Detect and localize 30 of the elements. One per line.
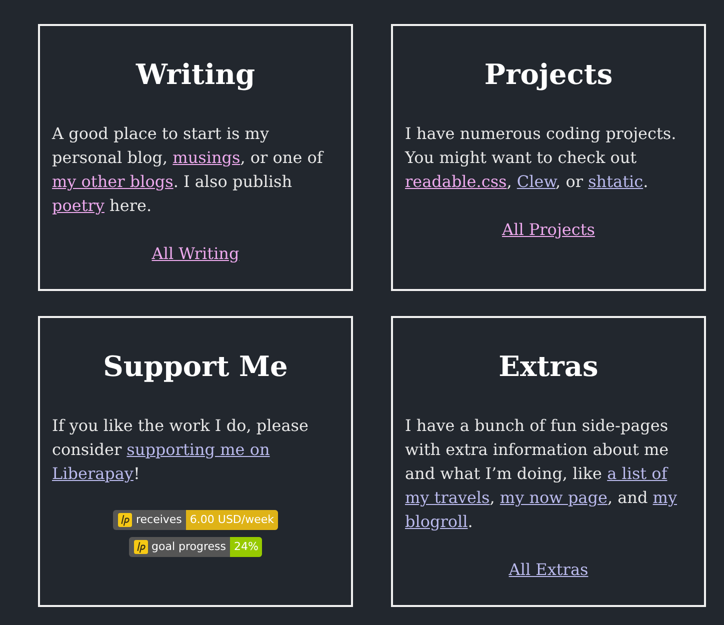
card-title: Support Me	[103, 350, 288, 384]
card-title: Writing	[136, 58, 256, 92]
text-link[interactable]: readable.css	[405, 172, 507, 191]
badge-value: 24%	[230, 537, 262, 557]
text-link[interactable]: my	[652, 488, 677, 507]
text-link[interactable]: poetry	[52, 196, 104, 215]
more-link[interactable]: All Extras	[508, 558, 588, 582]
badge-label: receives	[134, 512, 183, 528]
card-text: If you like the work I do, please consider supporting me on Liberapay!	[52, 415, 310, 485]
card-title: Projects	[484, 58, 613, 92]
text-link[interactable]: my other blogs	[52, 172, 174, 191]
text-link[interactable]: supporting me on	[126, 440, 270, 459]
text-link[interactable]: Clew	[516, 172, 556, 191]
text-link[interactable]: blogroll	[405, 512, 468, 531]
card-title: Extras	[498, 350, 598, 384]
card-text: I have a bunch of fun side-pages with extra information about me and what I’m doing, like a list of my travels, my now page, and my blogroll.	[405, 415, 678, 533]
badge-label: goal progress	[150, 539, 228, 555]
logo-icon	[134, 540, 148, 554]
text-link[interactable]: my now page	[500, 488, 608, 507]
text-link[interactable]: a list of	[607, 464, 668, 483]
more-link[interactable]: All Projects	[502, 218, 595, 242]
badge-value: 6.00 USD/week	[186, 510, 278, 530]
card-text: A good place to start is my personal blog, musings, or one of my other blogs. I also publish poetry here.	[52, 123, 325, 217]
text-link[interactable]: Liberapay	[52, 464, 134, 483]
more-link[interactable]: All Writing	[152, 242, 240, 266]
card-text: I have numerous coding projects. You might want to check out readable.css, Clew, or shtatic.	[405, 123, 678, 193]
text-link[interactable]: my travels	[405, 488, 490, 507]
text-link[interactable]: musings	[172, 148, 240, 167]
text-link[interactable]: shtatic	[588, 172, 644, 191]
logo-icon	[118, 513, 132, 527]
